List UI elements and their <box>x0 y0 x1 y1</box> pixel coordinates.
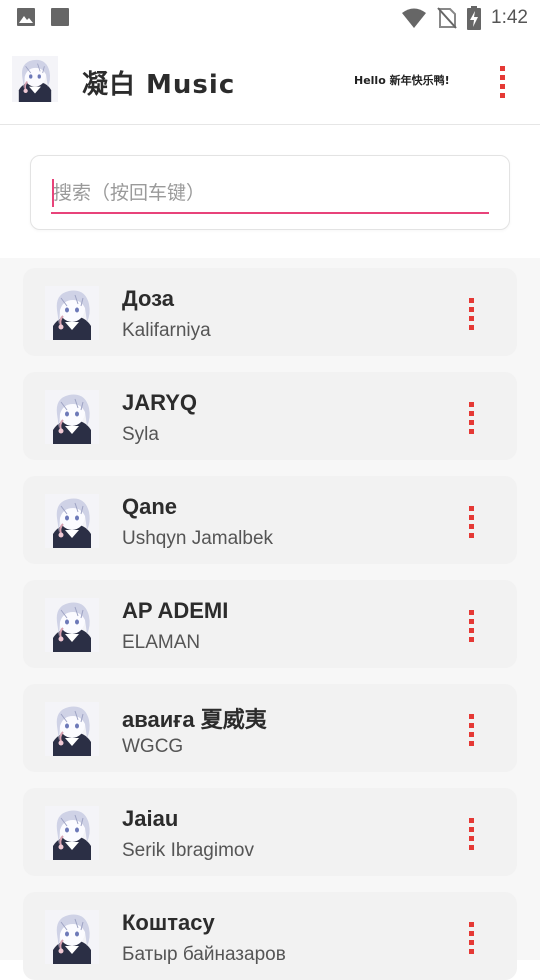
more-vert-icon <box>463 506 479 538</box>
song-cover-image <box>45 806 99 860</box>
no-sim-icon <box>437 7 457 29</box>
song-cover-image <box>45 494 99 548</box>
clock: 1:42 <box>491 7 528 28</box>
song-title: аваиға 夏威夷 <box>122 707 267 732</box>
song-title: AP ADEMI <box>122 598 229 623</box>
song-list: Доза Kalifarniya JARYQ Syla Qane Ushqyn Jamal… <box>0 258 540 980</box>
song-more-button[interactable] <box>463 298 479 330</box>
song-artist: ELAMAN <box>122 632 201 653</box>
song-title: Доза <box>122 286 174 311</box>
overflow-menu-button[interactable] <box>492 64 512 98</box>
more-vert-icon <box>463 402 479 434</box>
song-artist: Ushqyn Jamalbek <box>122 528 274 549</box>
more-vert-icon <box>463 818 479 850</box>
more-vert-icon <box>463 922 479 954</box>
more-vert-icon <box>463 610 479 642</box>
song-list-item[interactable]: AP ADEMI ELAMAN <box>23 580 517 668</box>
song-list-item[interactable]: аваиға 夏威夷 WGCG <box>23 684 517 772</box>
song-list-item[interactable]: JARYQ Syla <box>23 372 517 460</box>
greeting-text: Hello 新年快乐鸭! <box>354 74 450 87</box>
song-cover-image <box>45 598 99 652</box>
app-title: 凝白 Music <box>82 70 236 100</box>
battery-charging-icon <box>467 6 482 30</box>
song-cover-image <box>45 390 99 444</box>
song-more-button[interactable] <box>463 818 479 850</box>
song-more-button[interactable] <box>463 610 479 642</box>
song-list-item[interactable]: Доза Kalifarniya <box>23 268 517 356</box>
song-title: Коштасу <box>122 910 215 935</box>
more-vert-icon <box>492 64 512 98</box>
song-list-item[interactable]: Jaiau Serik Ibragimov <box>23 788 517 876</box>
song-cover-image <box>45 702 99 756</box>
song-more-button[interactable] <box>463 714 479 746</box>
image-icon <box>17 8 35 26</box>
wifi-icon <box>402 8 427 28</box>
song-artist: Syla <box>122 424 159 445</box>
song-artist: Serik Ibragimov <box>122 840 254 861</box>
song-title: Qane <box>122 494 178 519</box>
more-vert-icon <box>463 298 479 330</box>
song-list-item[interactable]: Коштасу Батыр байназаров <box>23 892 517 980</box>
status-bar: 1:42 <box>0 0 540 36</box>
text-cursor <box>52 179 54 207</box>
song-list-item[interactable]: Qane Ushqyn Jamalbek <box>23 476 517 564</box>
song-artist: WGCG <box>122 736 184 757</box>
song-more-button[interactable] <box>463 506 479 538</box>
app-bar: 凝白 Music Hello 新年快乐鸭! <box>0 36 540 125</box>
square-icon <box>51 8 69 26</box>
song-cover-image <box>45 910 99 964</box>
song-more-button[interactable] <box>463 402 479 434</box>
song-title: JARYQ <box>122 390 197 415</box>
song-artist: Батыр байназаров <box>122 944 286 965</box>
song-artist: Kalifarniya <box>122 320 211 341</box>
search-input[interactable] <box>51 174 489 214</box>
more-vert-icon <box>463 714 479 746</box>
song-title: Jaiau <box>122 806 179 831</box>
song-cover-image <box>45 286 99 340</box>
song-more-button[interactable] <box>463 922 479 954</box>
app-avatar <box>12 56 58 102</box>
search-card <box>30 155 510 230</box>
